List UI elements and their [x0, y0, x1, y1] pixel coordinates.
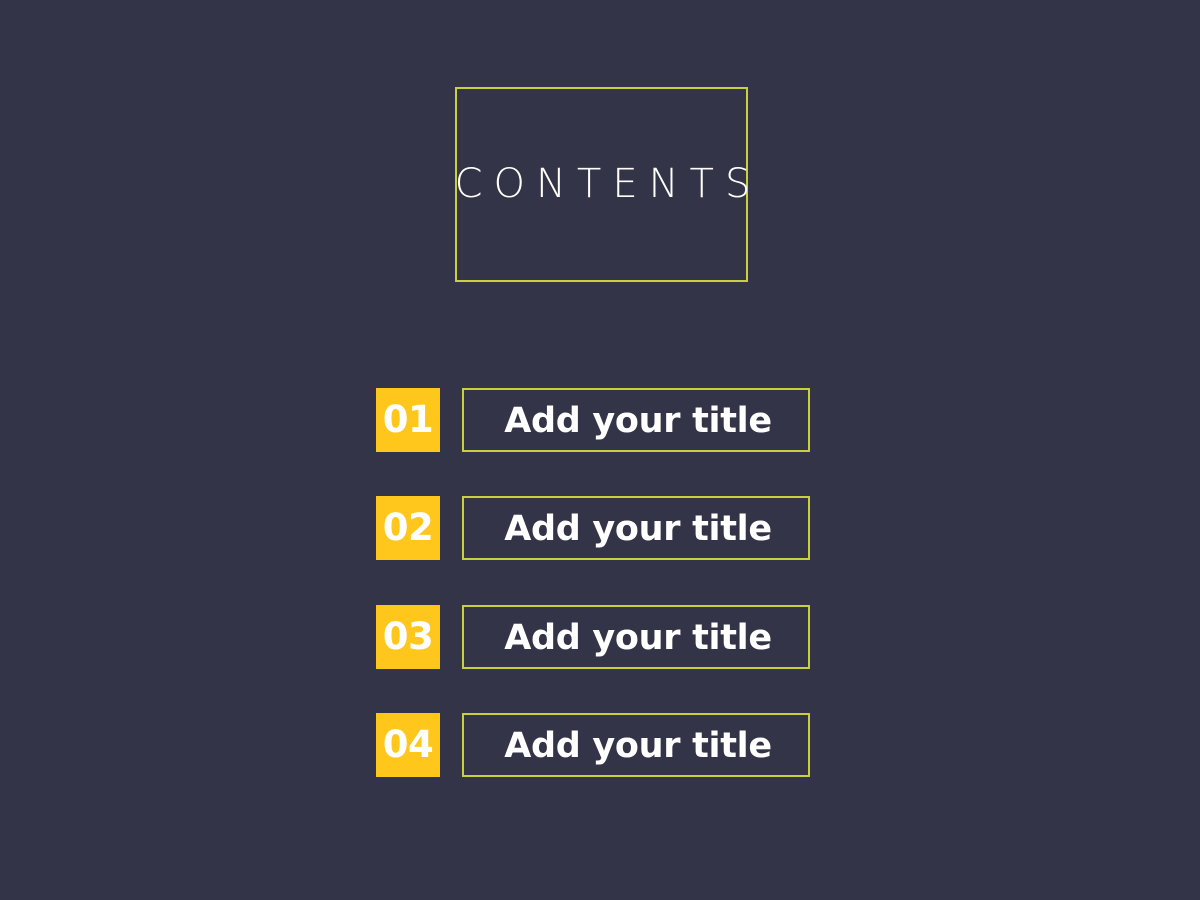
list-item[interactable]: 02 Add your title [376, 496, 810, 560]
list-item-title: Add your title [504, 618, 772, 658]
list-item[interactable]: 03 Add your title [376, 605, 810, 669]
list-item-number-badge: 04 [376, 713, 440, 777]
list-item-number-badge: 02 [376, 496, 440, 560]
list-item-title: Add your title [504, 726, 772, 766]
list-item-title-frame[interactable]: Add your title [462, 713, 810, 777]
contents-slide: CONTENTS 01 Add your title 02 Add your t… [0, 0, 1200, 900]
contents-item-list: 01 Add your title 02 Add your title 03 A… [0, 0, 1200, 900]
list-item-title: Add your title [504, 509, 772, 549]
list-item-title-frame[interactable]: Add your title [462, 388, 810, 452]
list-item-title-frame[interactable]: Add your title [462, 605, 810, 669]
list-item[interactable]: 04 Add your title [376, 713, 810, 777]
list-item-title-frame[interactable]: Add your title [462, 496, 810, 560]
list-item[interactable]: 01 Add your title [376, 388, 810, 452]
list-item-number-badge: 03 [376, 605, 440, 669]
list-item-title: Add your title [504, 401, 772, 441]
list-item-number-badge: 01 [376, 388, 440, 452]
